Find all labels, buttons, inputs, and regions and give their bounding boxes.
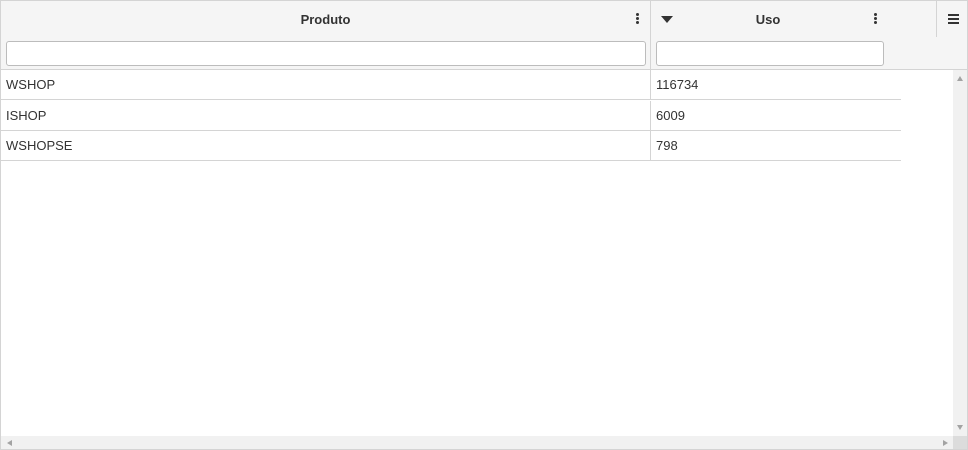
horizontal-scrollbar[interactable] xyxy=(1,436,953,449)
filter-input-uso[interactable] xyxy=(656,41,884,66)
column-title-row: Uso xyxy=(651,1,885,37)
cell-produto[interactable]: WSHOP xyxy=(1,70,651,100)
column-title-row: Produto xyxy=(1,1,650,37)
scroll-right-arrow-icon[interactable] xyxy=(943,440,948,446)
column-title-uso[interactable]: Uso xyxy=(651,12,885,27)
cell-uso[interactable]: 116734 xyxy=(651,70,901,100)
grid-body: WSHOP 116734 ISHOP 6009 WSHOPSE 798 xyxy=(1,70,953,436)
cell-produto[interactable]: ISHOP xyxy=(1,101,651,131)
cell-produto[interactable]: WSHOPSE xyxy=(1,131,651,161)
column-menu-produto-kebab-icon[interactable] xyxy=(635,12,641,26)
table-row[interactable]: ISHOP 6009 xyxy=(1,101,901,131)
table-row[interactable]: WSHOP 116734 xyxy=(1,70,901,100)
cell-uso[interactable]: 6009 xyxy=(651,101,901,131)
grid-menu-cell xyxy=(936,1,967,37)
scroll-up-arrow-icon[interactable] xyxy=(957,76,963,81)
grid-header: Produto Uso xyxy=(1,1,967,70)
scroll-down-arrow-icon[interactable] xyxy=(957,425,963,430)
hamburger-menu-icon[interactable] xyxy=(948,14,959,24)
column-menu-uso-kebab-icon[interactable] xyxy=(873,12,879,26)
cell-uso[interactable]: 798 xyxy=(651,131,901,161)
scrollbar-corner xyxy=(953,436,967,449)
vertical-scrollbar[interactable] xyxy=(953,70,967,436)
table-row[interactable]: WSHOPSE 798 xyxy=(1,131,901,161)
column-header-uso[interactable]: Uso xyxy=(651,1,885,69)
filter-input-produto[interactable] xyxy=(6,41,646,66)
scroll-left-arrow-icon[interactable] xyxy=(7,440,12,446)
column-title-produto[interactable]: Produto xyxy=(1,12,650,27)
data-grid: Produto Uso WSHOP 116734 ISHOP 6009 WSHO… xyxy=(0,0,968,450)
column-header-produto[interactable]: Produto xyxy=(1,1,651,69)
